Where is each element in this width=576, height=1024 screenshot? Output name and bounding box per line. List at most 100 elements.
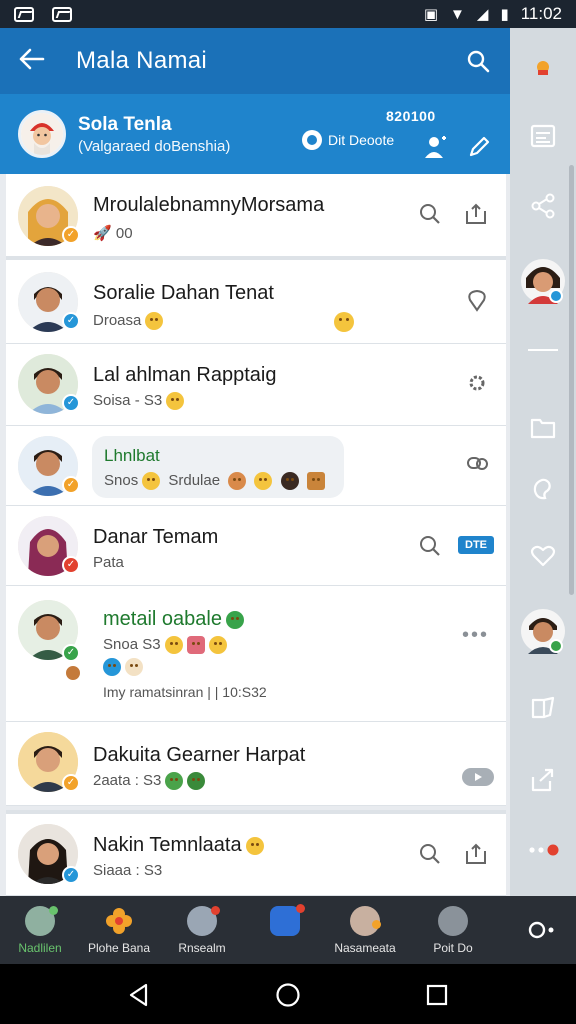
emoji-icon <box>334 312 354 332</box>
verified-badge: ✓ <box>62 644 80 662</box>
chat-row[interactable]: ✓ Soralie Dahan Tenat Droasa <box>6 260 506 344</box>
chat-name: metail oabale <box>103 608 244 631</box>
scrollbar[interactable] <box>569 165 574 595</box>
flower-icon <box>104 906 134 936</box>
tab-poit-do[interactable]: Poit Do <box>408 896 498 964</box>
battery-icon: ▮ <box>500 6 509 23</box>
status-bar: ▣ ▼ ◢ ▮ 11:02 <box>0 0 576 28</box>
settings-gear-icon[interactable] <box>466 372 492 398</box>
more-dots-icon[interactable] <box>523 830 563 870</box>
chat-row[interactable]: ✓ Lhnlbat Snos Srdulae <box>6 426 506 506</box>
more-options-icon[interactable]: ••• <box>462 624 489 647</box>
chat-subtitle: Snos Srdulae <box>104 472 325 491</box>
chat-row[interactable]: ✓ Nakin Temnlaata Siaaa : S3 <box>6 810 506 896</box>
edit-pencil-icon[interactable] <box>466 134 492 160</box>
chat-name: Soralie Dahan Tenat <box>93 282 274 304</box>
tab-research[interactable]: Rnsealm <box>157 896 247 964</box>
emoji-icon <box>164 636 183 655</box>
share-upload-icon[interactable] <box>464 202 490 228</box>
secondary-badge <box>64 664 82 682</box>
emoji-icon <box>225 610 244 629</box>
chat-row[interactable]: ✓ Danar Temam Pata DTE <box>6 506 506 586</box>
nav-home-icon[interactable] <box>275 982 301 1008</box>
tab-nasameata[interactable]: Nasameata <box>320 896 410 964</box>
emoji-icon <box>254 472 273 491</box>
tab-chat[interactable] <box>240 896 330 964</box>
chat-subtitle: Siaaa : S3 <box>93 862 163 879</box>
search-icon[interactable] <box>452 28 510 94</box>
share-icon[interactable] <box>523 186 563 226</box>
tab-flower[interactable]: Plohe Bana <box>74 896 164 964</box>
chat-row[interactable]: ✓ Dakuita Gearner Harpat 2aata : S3 <box>6 722 506 806</box>
overflow-menu-icon[interactable] <box>520 910 560 950</box>
chat-name: Lhnlbat <box>104 446 160 465</box>
search-icon[interactable] <box>418 534 444 560</box>
tab-home[interactable]: Nadlilen <box>0 896 85 964</box>
message-bubble[interactable]: Lhnlbat Snos Srdulae <box>92 436 344 498</box>
verified-badge: ✓ <box>62 774 80 792</box>
emoji-icon <box>280 472 299 491</box>
emoji-icon <box>142 472 161 491</box>
chat-row[interactable]: ✓ metail oabale Snoa S3 Imy ramatsinran … <box>6 586 506 722</box>
verified-badge: ✓ <box>62 226 80 244</box>
location-pin-icon[interactable] <box>466 288 492 314</box>
status-label: Dit Deoote <box>328 132 395 148</box>
side-rail <box>510 28 576 896</box>
profile-count: 820100 <box>386 108 436 124</box>
arrow-left-icon[interactable] <box>0 28 64 94</box>
verified-badge: ✓ <box>62 556 80 574</box>
chat-name: Lal ahlman Rapptaig <box>93 364 277 386</box>
status-time: 11:02 <box>520 4 562 23</box>
emoji-icon <box>208 636 227 655</box>
chat-subtitle: 🚀 00 <box>93 225 133 242</box>
robot-icon <box>438 906 468 936</box>
verified-badge: ✓ <box>62 866 80 884</box>
document-icon[interactable] <box>523 116 563 156</box>
heart-icon[interactable] <box>523 536 563 576</box>
folder-icon[interactable] <box>523 408 563 448</box>
rocket-icon: 🚀 <box>93 225 112 242</box>
notification-image-icon <box>14 6 34 22</box>
chat-name: MroulalebnamnyMorsama <box>93 194 325 216</box>
search-icon[interactable] <box>418 202 444 228</box>
export-icon[interactable] <box>523 760 563 800</box>
emoji-icon <box>165 772 184 791</box>
chat-subtitle: Snoa S3 <box>103 636 227 655</box>
nav-back-icon[interactable] <box>126 982 152 1008</box>
chat-subtitle: Droasa <box>93 312 164 331</box>
nav-recents-icon[interactable] <box>424 982 450 1008</box>
screen: ▣ ▼ ◢ ▮ 11:02 Mala Namai Sola Tenla (Val… <box>0 0 576 1024</box>
gallery-icon <box>52 6 72 22</box>
add-person-icon[interactable] <box>422 134 448 160</box>
emoji-face-icon[interactable] <box>523 48 563 88</box>
system-nav-bar <box>0 964 576 1024</box>
emoji-icon <box>125 658 143 677</box>
bottom-tab-bar: Nadlilen Plohe Bana Rnsealm Nasameata Po… <box>0 896 576 964</box>
profile-name: Sola Tenla <box>78 114 172 135</box>
book-icon[interactable] <box>523 688 563 728</box>
chat-name: Dakuita Gearner Harpat <box>93 744 306 766</box>
tag-pill[interactable]: DTE <box>458 536 494 554</box>
rail-avatar-2[interactable] <box>520 608 566 654</box>
chat-name: Danar Temam <box>93 526 219 548</box>
link-icon[interactable] <box>466 454 492 480</box>
share-upload-icon[interactable] <box>464 842 490 868</box>
chat-meta: Imy ramatsinran | | 10:S32 <box>103 684 267 700</box>
status-chip[interactable]: Dit Deoote <box>302 130 394 150</box>
emoji-icon <box>166 392 185 411</box>
app-title: Mala Namai <box>76 47 208 74</box>
chat-row[interactable]: ✓ MroulalebnamnyMorsama 🚀 00 <box>6 174 506 260</box>
signal-icon: ◢ <box>476 6 489 23</box>
chat-row[interactable]: ✓ Lal ahlman Rapptaig Soisa - S3 <box>6 344 506 426</box>
tag-icon[interactable] <box>523 470 563 510</box>
play-button[interactable] <box>462 768 494 786</box>
rail-avatar-1[interactable] <box>520 258 566 304</box>
profile-avatar[interactable] <box>18 110 66 158</box>
emoji-icon <box>245 836 264 855</box>
chat-name: Nakin Temnlaata <box>93 834 264 857</box>
emoji-icon <box>103 658 121 677</box>
search-icon[interactable] <box>418 842 444 868</box>
profile-header[interactable]: Sola Tenla (Valgaraed doBenshia) 820100 … <box>0 94 510 174</box>
location-icon <box>302 130 322 150</box>
chat-subtitle: Pata <box>93 554 124 571</box>
